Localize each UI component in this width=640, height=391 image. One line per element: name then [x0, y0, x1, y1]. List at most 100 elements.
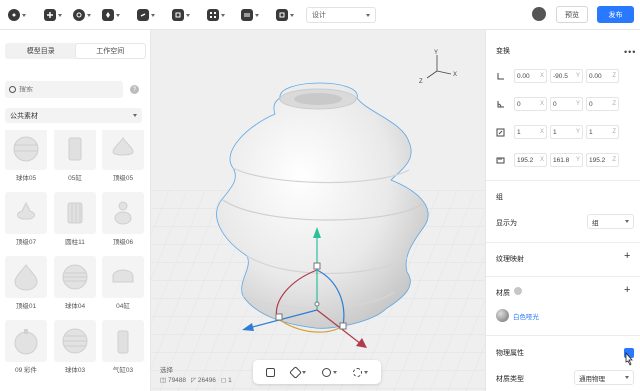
group-section-title: 组 — [496, 194, 503, 201]
light-tool-button[interactable] — [102, 8, 120, 22]
comment-icon[interactable] — [532, 7, 546, 21]
scale-z-field[interactable]: 1Z — [586, 125, 619, 139]
add-tool-button[interactable] — [44, 8, 62, 22]
scene-canvas[interactable]: Y X Z — [151, 30, 485, 391]
asset-thumbnail — [5, 192, 47, 234]
asset-item[interactable]: 气缸03 — [102, 320, 144, 386]
scale-y-field[interactable]: 1Y — [550, 125, 583, 139]
asset-label: 气缸03 — [112, 367, 134, 374]
physics-section-title: 物理属性 — [496, 350, 524, 357]
rotation-z-field[interactable]: 0Z — [586, 97, 619, 111]
asset-grid: 球体05 05缸 顶级05 顶级07 圆柱11 顶级06 顶级01 球体04 0… — [5, 130, 145, 391]
texture-section-title: 纹理映射 — [496, 256, 524, 263]
material-preview-icon — [496, 309, 509, 322]
asset-label: 球体04 — [64, 303, 86, 310]
asset-label: 圆柱11 — [65, 239, 85, 246]
tab-workspace[interactable]: 工作空间 — [75, 44, 145, 58]
cursor-tool-button[interactable] — [8, 8, 26, 22]
scale-x-field[interactable]: 1X — [514, 125, 547, 139]
scale-row: 1X 1Y 1Z — [496, 124, 636, 140]
position-x-field[interactable]: 0.00 X — [514, 69, 547, 83]
size-row: 195.2 X 161.8 Y 195.2 Z — [496, 152, 636, 168]
chevron-down-icon — [366, 13, 370, 17]
paint-tool[interactable] — [289, 365, 306, 379]
publish-button[interactable]: 发布 — [597, 6, 634, 23]
asset-label: 顶级05 — [112, 175, 134, 182]
cursor-icon — [8, 9, 20, 21]
size-x-field[interactable]: 195.2 X — [514, 153, 547, 167]
rotation-y-field[interactable]: 0Y — [550, 97, 583, 111]
display-as-label: 显示为 — [496, 220, 517, 227]
transform-section-title: 变换 — [496, 48, 510, 55]
asset-item[interactable]: 球体04 — [54, 256, 96, 322]
search-box[interactable] — [5, 81, 123, 98]
asset-label: 球体05 — [15, 175, 37, 182]
orbit-tool[interactable] — [353, 367, 368, 377]
asset-item[interactable]: 球体03 — [54, 320, 96, 386]
search-input[interactable] — [19, 86, 115, 93]
tab-model-catalog[interactable]: 模型目录 — [6, 44, 76, 58]
chevron-down-icon — [625, 376, 629, 379]
asset-panel: 模型目录 工作空间 ? 公共素材 球体05 05缸 顶级05 顶级07 圆柱11 — [0, 30, 151, 391]
asset-label: 05缸 — [68, 175, 82, 182]
asset-item[interactable]: 09 彩件 — [5, 320, 47, 386]
asset-item[interactable]: 04缸 — [102, 256, 144, 322]
asset-label: 顶级01 — [15, 303, 37, 310]
size-y-field[interactable]: 161.8 Y — [550, 153, 583, 167]
asset-thumbnail — [54, 320, 96, 362]
position-y-field[interactable]: -90.5 Y — [550, 69, 583, 83]
asset-item[interactable]: 球体05 — [5, 130, 47, 194]
light-icon — [102, 9, 114, 21]
asset-item[interactable]: 顶级07 — [5, 192, 47, 258]
material-name: 白色哑光 — [513, 313, 539, 321]
top-toolbar: 设计 预览 发布 — [0, 0, 640, 30]
link-tool-button[interactable] — [137, 8, 155, 22]
properties-panel: 变换 ••• 0.00 X -90.5 Y 0.00 Z 0X 0Y 0Z 1X 1Y… — [485, 30, 640, 391]
axis-z-label: Z — [419, 79, 423, 85]
grid-tool-button[interactable] — [207, 8, 225, 22]
asset-label: 球体03 — [64, 367, 86, 374]
focus-tool[interactable] — [266, 367, 275, 377]
preview-button[interactable]: 预览 — [556, 6, 588, 23]
add-icon — [44, 9, 56, 21]
rotation-x-field[interactable]: 0X — [514, 97, 547, 111]
object-count: ◻ 1 — [220, 377, 232, 384]
align-tool-button[interactable] — [276, 8, 294, 22]
size-z-field[interactable]: 195.2 Z — [586, 153, 619, 167]
face-count: ◸ 26496 — [191, 377, 216, 384]
camera-tool-button[interactable] — [172, 8, 190, 22]
stats-title: 选择 — [160, 367, 173, 374]
mode-select[interactable]: 设计 — [306, 7, 376, 23]
display-as-value: 组 — [592, 219, 599, 227]
vertex-count: ◫ 79488 — [160, 377, 187, 384]
chevron-down-icon — [625, 220, 629, 223]
help-icon[interactable]: ? — [130, 85, 139, 94]
asset-item[interactable]: 顶级06 — [102, 192, 144, 258]
physics-type-value: 通用物理 — [579, 375, 605, 383]
transform-tool-button[interactable] — [241, 8, 259, 22]
divider — [486, 335, 640, 336]
add-texture-button[interactable]: + — [624, 250, 630, 262]
asset-item[interactable]: 圆柱11 — [54, 192, 96, 258]
mouse-pointer-icon — [625, 352, 633, 366]
material-help-icon[interactable] — [514, 287, 522, 295]
panel-tabs: 模型目录 工作空间 — [5, 43, 146, 59]
shape-tool-button[interactable] — [73, 8, 91, 22]
position-z-field[interactable]: 0.00 Z — [586, 69, 619, 83]
more-icon[interactable]: ••• — [624, 47, 636, 57]
person-tool[interactable] — [322, 367, 337, 377]
material-section-title: 材质 — [496, 290, 510, 297]
physics-type-select[interactable]: 通用物理 — [574, 370, 634, 385]
camera-icon — [172, 9, 184, 21]
material-item[interactable]: 白色哑光 — [496, 309, 539, 322]
category-select[interactable]: 公共素材 — [5, 108, 142, 123]
3d-viewport[interactable]: Y X Z 选择 ◫ 79488 ◸ 26496 ◻ 1 — [151, 30, 485, 391]
grid-icon — [207, 9, 219, 21]
asset-item[interactable]: 顶级01 — [5, 256, 47, 322]
display-as-select[interactable]: 组 — [587, 214, 634, 229]
asset-item[interactable]: 05缸 — [54, 130, 96, 194]
asset-thumbnail — [102, 192, 144, 234]
add-material-button[interactable]: + — [624, 284, 630, 296]
asset-item[interactable]: 顶级05 — [102, 130, 144, 194]
transform-icon — [241, 9, 253, 21]
